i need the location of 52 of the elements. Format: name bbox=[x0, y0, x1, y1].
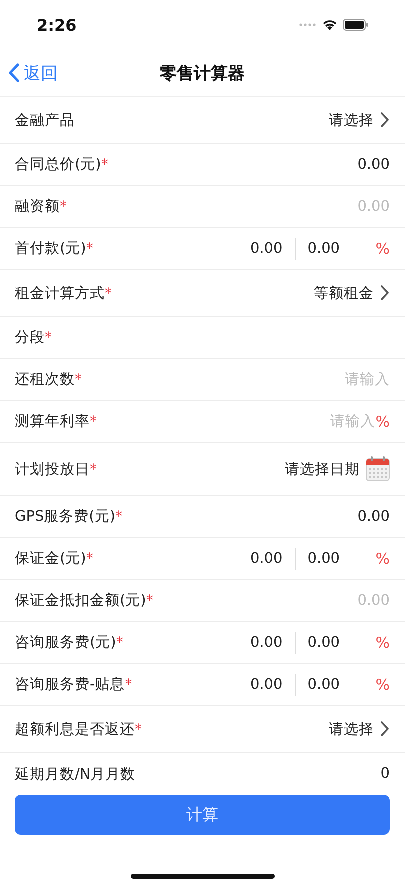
input-field[interactable]: 0.00 bbox=[270, 156, 390, 172]
battery-icon bbox=[343, 19, 369, 31]
percent-field[interactable]: 0.00 bbox=[308, 634, 356, 650]
wifi-icon bbox=[322, 19, 338, 31]
calendar-icon bbox=[366, 456, 390, 482]
input-field[interactable]: 0 bbox=[270, 766, 390, 782]
percent-field[interactable]: 0.00 bbox=[308, 676, 356, 692]
status-time: 2:26 bbox=[37, 16, 77, 34]
percent-field[interactable]: 0.00 bbox=[308, 550, 356, 566]
input-field[interactable]: 0.00 bbox=[270, 508, 390, 524]
field-label: 咨询服务费-贴息* bbox=[15, 676, 132, 694]
unit-label: % bbox=[376, 676, 390, 694]
input-field[interactable]: 0.00 bbox=[270, 198, 390, 214]
back-button[interactable]: 返回 bbox=[0, 62, 58, 84]
input-field[interactable]: 请输入 bbox=[306, 414, 376, 430]
amount-field[interactable]: 0.00 bbox=[234, 634, 283, 650]
page-title: 零售计算器 bbox=[160, 62, 245, 84]
field-label: 保证金抵扣金额(元)* bbox=[15, 592, 154, 610]
field-label: 分段* bbox=[15, 329, 52, 347]
signal-icon bbox=[299, 23, 317, 27]
field-label: 延期月数/N月月数 bbox=[15, 766, 136, 784]
unit-label: % bbox=[376, 240, 390, 258]
back-chevron-icon bbox=[8, 63, 20, 83]
input-field[interactable]: 请输入 bbox=[270, 372, 390, 388]
field-label: 还租次数* bbox=[15, 371, 82, 389]
field-label: 融资额* bbox=[15, 198, 67, 216]
chevron-right-icon bbox=[380, 721, 390, 737]
input-field[interactable]: 0.00 bbox=[270, 592, 390, 608]
amount-field[interactable]: 0.00 bbox=[234, 550, 283, 566]
chevron-right-icon bbox=[380, 285, 390, 301]
field-label: 金融产品 bbox=[15, 112, 75, 130]
unit-label: % bbox=[376, 550, 390, 568]
field-label: GPS服务费(元)* bbox=[15, 508, 122, 526]
field-label: 测算年利率* bbox=[15, 412, 97, 431]
unit-label: % bbox=[376, 412, 390, 430]
select-value[interactable]: 请选择 bbox=[329, 110, 374, 130]
field-label: 合同总价(元)* bbox=[15, 156, 108, 174]
field-label: 首付款(元)* bbox=[15, 240, 94, 258]
amount-field[interactable]: 0.00 bbox=[234, 240, 283, 256]
field-label: 保证金(元)* bbox=[15, 550, 94, 568]
select-value[interactable]: 等额租金 bbox=[314, 284, 374, 302]
unit-label: % bbox=[376, 634, 390, 652]
calculate-button[interactable]: 计算 bbox=[15, 795, 390, 835]
percent-field[interactable]: 0.00 bbox=[308, 240, 356, 256]
select-value[interactable]: 请选择 bbox=[329, 720, 374, 738]
field-label: 租金计算方式* bbox=[15, 284, 112, 302]
field-label: 咨询服务费(元)* bbox=[15, 634, 124, 652]
field-label: 超额利息是否返还* bbox=[15, 720, 142, 738]
chevron-right-icon bbox=[380, 112, 390, 128]
date-value[interactable]: 请选择日期 bbox=[285, 460, 360, 478]
amount-field[interactable]: 0.00 bbox=[234, 676, 283, 692]
field-label: 计划投放日* bbox=[15, 460, 97, 478]
